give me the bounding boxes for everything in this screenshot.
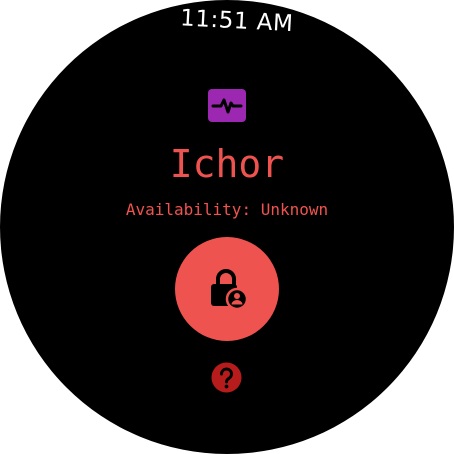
lock-button[interactable] <box>175 237 279 341</box>
availability-status: Availability: Unknown <box>125 200 329 219</box>
lock-person-icon <box>205 265 249 314</box>
help-button[interactable] <box>211 362 242 393</box>
watch-face: 11:51 AM Ichor Availability: Unknown <box>0 0 454 454</box>
status-time: 11:51 AM <box>179 5 294 38</box>
help-icon <box>211 362 242 397</box>
app-title: Ichor <box>169 142 285 186</box>
heart-rate-monitor-icon <box>208 89 246 122</box>
